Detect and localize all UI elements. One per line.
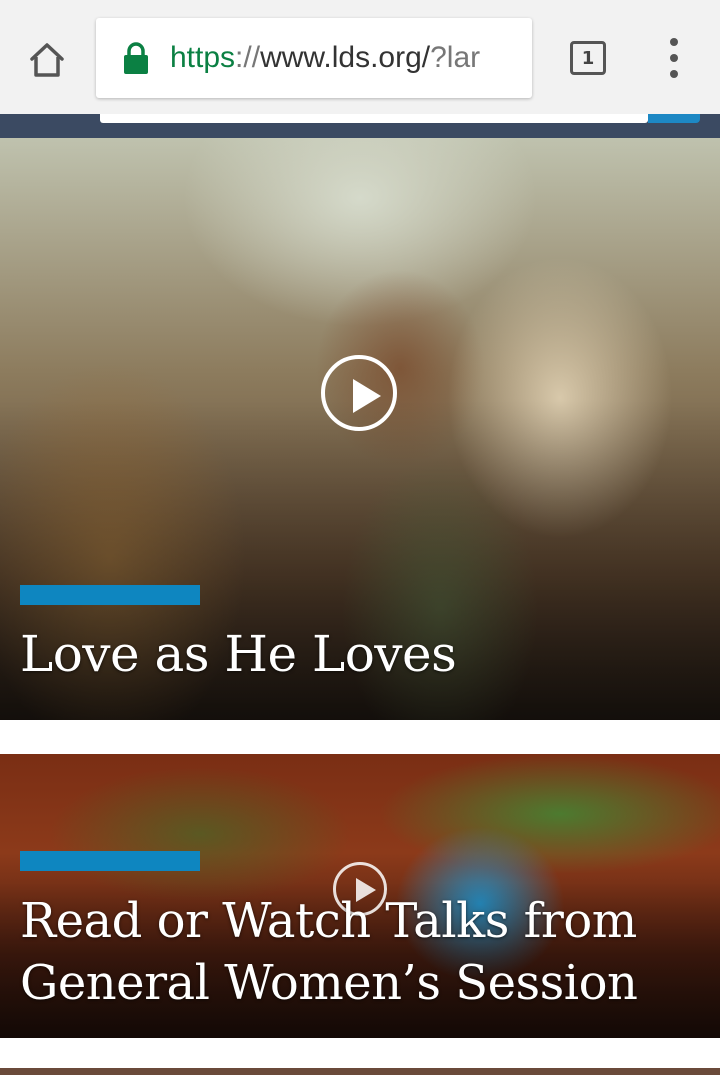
next-card-edge	[0, 1068, 720, 1075]
url-text: https://www.lds.org/?lar	[170, 43, 480, 73]
lock-icon	[124, 42, 148, 74]
tab-switcher-button[interactable]: 1	[570, 41, 606, 75]
card-title[interactable]: Read or Watch Talks from General Women’s…	[20, 890, 700, 1014]
url-separator: ://	[235, 43, 261, 73]
home-button[interactable]	[24, 38, 70, 82]
accent-bar	[20, 851, 200, 871]
feature-card-love-as-he-loves[interactable]: Love as He Loves	[0, 138, 720, 720]
more-vertical-icon[interactable]	[660, 38, 688, 78]
browser-toolbar: https://www.lds.org/?lar 1	[0, 0, 720, 114]
site-header	[0, 114, 720, 138]
url-host: www.lds.org/	[260, 43, 431, 73]
address-bar[interactable]: https://www.lds.org/?lar	[96, 18, 532, 98]
url-query: ?lar	[430, 43, 481, 73]
card-title[interactable]: Love as He Loves	[20, 624, 700, 684]
site-search-button[interactable]	[648, 114, 700, 123]
accent-bar	[20, 585, 200, 605]
url-scheme: https	[170, 43, 236, 73]
home-icon	[30, 43, 64, 77]
tab-count: 1	[581, 47, 595, 69]
play-icon[interactable]	[321, 355, 397, 431]
feature-card-general-womens-session[interactable]: Read or Watch Talks from General Women’s…	[0, 754, 720, 1038]
site-search-input[interactable]	[100, 114, 648, 123]
